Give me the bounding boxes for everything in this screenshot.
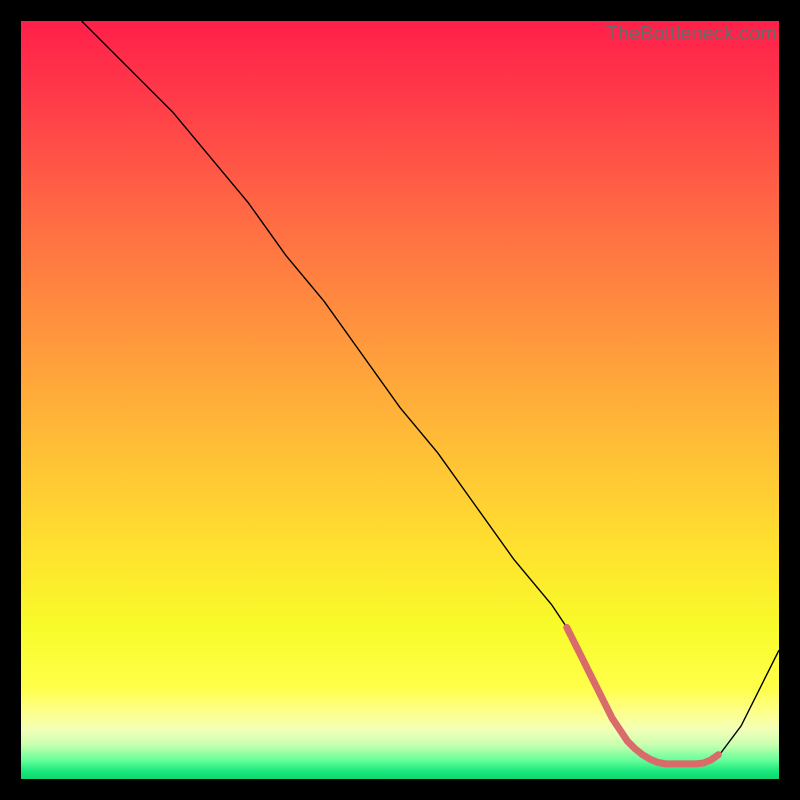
chart-background bbox=[21, 21, 779, 779]
chart-frame: TheBottleneck.com bbox=[21, 21, 779, 779]
bottleneck-chart bbox=[21, 21, 779, 779]
watermark-label: TheBottleneck.com bbox=[606, 23, 777, 46]
